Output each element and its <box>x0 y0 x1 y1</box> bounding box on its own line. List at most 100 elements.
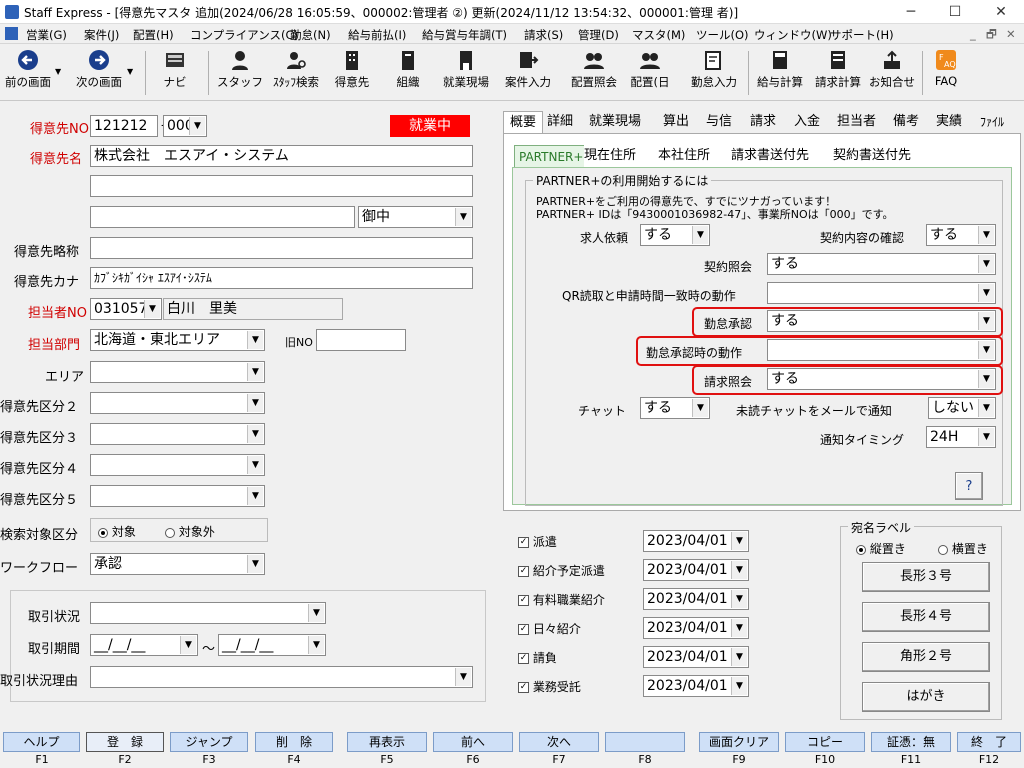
f6-prev-button[interactable]: 前へ <box>433 732 513 752</box>
f1-help-button[interactable]: ヘルプ <box>3 732 80 752</box>
trade-reason-select[interactable]: ▼ <box>90 666 473 688</box>
kana-input[interactable]: ｶﾌﾞｼｷｶﾞｲｼｬ ｴｽｱｲ･ｼｽﾃﾑ <box>90 267 473 289</box>
qr-select[interactable]: ▼ <box>767 282 996 304</box>
prev-screen-button[interactable]: 前の画面 <box>0 47 56 99</box>
assign-ref-button[interactable]: 配置照会 <box>566 47 622 99</box>
maximize-button[interactable]: ☐ <box>932 0 978 24</box>
short-name-input[interactable] <box>90 237 473 259</box>
contract-paid-placement-date[interactable]: 2023/04/01 ▼ <box>643 588 749 610</box>
menu-case[interactable]: 案件(J) <box>84 27 119 43</box>
subtab-contract-dest[interactable]: 契約書送付先 <box>833 145 912 167</box>
f11-evidence-button[interactable]: 証憑：無 <box>871 732 951 752</box>
timing-select[interactable]: 24H ▼ <box>926 426 996 448</box>
postcard-button[interactable]: はがき <box>862 682 990 712</box>
tab-file[interactable]: ﾌｧｲﾙ <box>980 111 1005 133</box>
tab-calc[interactable]: 算出 <box>663 111 690 133</box>
contract-daily-date[interactable]: 2023/04/01 ▼ <box>643 617 749 639</box>
menu-sales[interactable]: 営業(G) <box>26 27 67 43</box>
contract-ukeoi-date[interactable]: 2023/04/01 ▼ <box>643 646 749 668</box>
contract-ref-select[interactable]: する ▼ <box>767 253 996 275</box>
contract-shokai-haken-check[interactable]: ✓ 紹介予定派遣 <box>518 562 605 579</box>
search-target-on-radio[interactable]: 対象 <box>98 523 136 540</box>
f10-copy-button[interactable]: コピー <box>785 732 865 752</box>
contract-daily-check[interactable]: ✓ 日々紹介 <box>518 620 581 637</box>
tab-detail[interactable]: 詳細 <box>547 111 574 133</box>
contract-itaku-check[interactable]: ✓ 業務受託 <box>518 678 581 695</box>
menu-compliance[interactable]: コンプライアンス(C) <box>190 27 298 43</box>
next-dropdown-icon[interactable]: ▼ <box>127 67 133 76</box>
subtab-current-address[interactable]: 現在住所 <box>584 145 637 167</box>
contract-ukeoi-check[interactable]: ✓ 請負 <box>518 649 557 666</box>
f8-button[interactable] <box>605 732 685 752</box>
menu-assign[interactable]: 配置(H) <box>133 27 174 43</box>
honorific-select[interactable]: 御中 ▼ <box>358 206 473 228</box>
client-name-3-input[interactable] <box>90 206 355 228</box>
menu-support[interactable]: サポート(H) <box>830 27 894 43</box>
case-input-button[interactable]: 案件入力 <box>500 47 556 99</box>
next-screen-button[interactable]: 次の画面 <box>68 47 130 99</box>
minimize-button[interactable]: ─ <box>888 0 934 24</box>
att-approve-select[interactable]: する ▼ <box>767 310 996 332</box>
menu-payroll[interactable]: 給与賞与年調(T) <box>422 27 507 43</box>
contract-itaku-date[interactable]: 2023/04/01 ▼ <box>643 675 749 697</box>
org-button[interactable]: 組織 <box>386 47 430 99</box>
f2-register-button[interactable]: 登 録 <box>86 732 164 752</box>
contract-confirm-select[interactable]: する ▼ <box>926 224 996 246</box>
vertical-radio[interactable]: 縦置き <box>856 540 906 557</box>
tab-overview[interactable]: 概要 <box>503 111 543 133</box>
chat-select[interactable]: する ▼ <box>640 397 710 419</box>
trade-end-date[interactable]: __/__/__ ▼ <box>218 634 326 656</box>
f9-clear-button[interactable]: 画面クリア <box>699 732 779 752</box>
subtab-invoice-dest[interactable]: 請求書送付先 <box>731 145 810 167</box>
envelope-naga4-button[interactable]: 長形４号 <box>862 602 990 632</box>
contract-haken-check[interactable]: ✓ 派遣 <box>518 533 557 550</box>
close-button[interactable]: ✕ <box>978 0 1024 24</box>
menu-attendance[interactable]: 勤怠(N) <box>290 27 331 43</box>
mail-notify-select[interactable]: しない ▼ <box>928 397 996 419</box>
f7-next-button[interactable]: 次へ <box>519 732 599 752</box>
subtab-hq-address[interactable]: 本社住所 <box>658 145 711 167</box>
cat3-select[interactable]: ▼ <box>90 423 265 445</box>
billing-calc-button[interactable]: 請求計算 <box>810 47 866 99</box>
help-button[interactable]: ? <box>955 472 983 500</box>
horizontal-radio[interactable]: 横置き <box>938 540 988 557</box>
trade-start-date[interactable]: __/__/__ ▼ <box>90 634 198 656</box>
f5-refresh-button[interactable]: 再表示 <box>347 732 427 752</box>
notice-button[interactable]: お知合せ <box>866 47 918 99</box>
tab-notes[interactable]: 備考 <box>893 111 920 133</box>
envelope-naga3-button[interactable]: 長形３号 <box>862 562 990 592</box>
menu-prepay[interactable]: 給与前払(I) <box>348 27 406 43</box>
menu-window[interactable]: ウィンドウ(W) <box>754 27 832 43</box>
cat5-select[interactable]: ▼ <box>90 485 265 507</box>
tab-rep[interactable]: 担当者 <box>837 111 877 133</box>
f4-delete-button[interactable]: 削 除 <box>255 732 333 752</box>
mdi-close[interactable]: ✕ <box>1006 27 1016 41</box>
workflow-select[interactable]: 承認 ▼ <box>90 553 265 575</box>
tab-results[interactable]: 実績 <box>936 111 963 133</box>
tab-payment[interactable]: 入金 <box>794 111 821 133</box>
tab-billing[interactable]: 請求 <box>750 111 777 133</box>
client-name-input[interactable]: 株式会社 エスアイ・システム <box>90 145 473 167</box>
trade-status-select[interactable]: ▼ <box>90 602 326 624</box>
client-no-input[interactable]: 121212 <box>90 115 158 137</box>
tab-site[interactable]: 就業現場 <box>589 111 642 133</box>
prev-dropdown-icon[interactable]: ▼ <box>55 67 61 76</box>
area-select[interactable]: ▼ <box>90 361 265 383</box>
f3-jump-button[interactable]: ジャンプ <box>170 732 248 752</box>
cat4-select[interactable]: ▼ <box>90 454 265 476</box>
contract-haken-date[interactable]: 2023/04/01 ▼ <box>643 530 749 552</box>
mdi-minimize[interactable]: _ <box>970 27 976 41</box>
client-button[interactable]: 得意先 <box>330 47 374 99</box>
attendance-input-button[interactable]: 勤怠入力 <box>686 47 742 99</box>
site-button[interactable]: 就業現場 <box>438 47 494 99</box>
payroll-calc-button[interactable]: 給与計算 <box>752 47 808 99</box>
contract-paid-placement-check[interactable]: ✓ 有料職業紹介 <box>518 591 605 608</box>
job-req-select[interactable]: する ▼ <box>640 224 710 246</box>
client-name-2-input[interactable] <box>90 175 473 197</box>
cat2-select[interactable]: ▼ <box>90 392 265 414</box>
staff-button[interactable]: スタッフ <box>215 47 265 99</box>
rep-no-select[interactable]: 031057 ▼ <box>90 298 162 320</box>
faq-button[interactable]: F AQ FAQ <box>924 47 968 99</box>
menu-admin[interactable]: 管理(D) <box>578 27 619 43</box>
client-no-sub-select[interactable]: 000 ▼ <box>163 115 207 137</box>
